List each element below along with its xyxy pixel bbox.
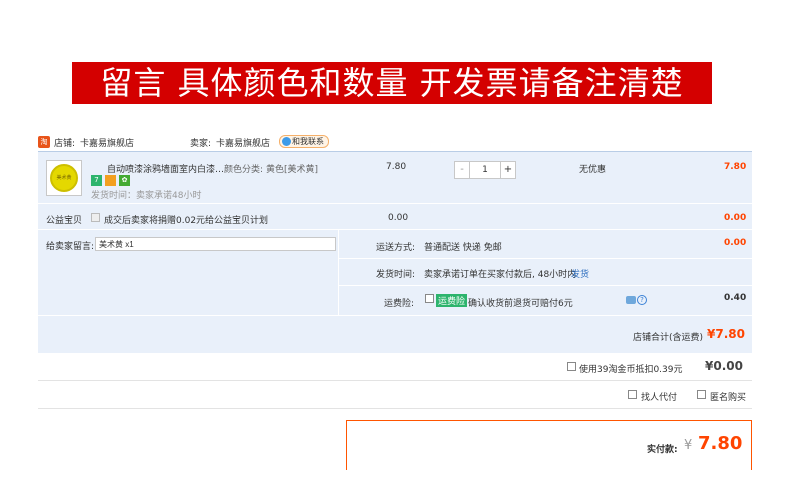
- charity-price: 0.00: [388, 213, 409, 223]
- insurance-tag: 运费险: [436, 294, 468, 307]
- anonymous-checkbox[interactable]: [697, 390, 706, 399]
- divider: [339, 258, 752, 259]
- quantity-minus-button[interactable]: -: [455, 162, 469, 178]
- order-panel: 美术黄 自动喷漆涂鸦墙面室内白漆… 颜色分类: 黄色[美术黄] 7 ✿ 发货时间…: [38, 152, 752, 353]
- chat-icon: [282, 137, 291, 146]
- quantity-input[interactable]: 1: [469, 162, 501, 178]
- store-total-value: ¥7.80: [707, 327, 745, 341]
- divider: [38, 315, 752, 316]
- seven-day-return-icon: 7: [91, 175, 102, 186]
- spec-value: 黄色[美术黄]: [266, 165, 319, 175]
- contact-label: 和我联系: [292, 137, 324, 146]
- unit-price: 7.80: [386, 162, 407, 172]
- insurance-label: 运费险:: [384, 299, 415, 309]
- quantity-plus-button[interactable]: +: [501, 162, 515, 178]
- ship-time-link[interactable]: 发货: [571, 267, 589, 280]
- ship-time-value: 卖家承诺订单在买家付款后, 48小时内: [424, 270, 577, 280]
- message-icon[interactable]: [626, 296, 636, 304]
- taobao-icon: 淘: [38, 136, 50, 148]
- divider: [339, 285, 752, 286]
- eco-icon: ✿: [119, 175, 130, 186]
- promo-banner: 留言 具体颜色和数量 开发票请备注清楚: [72, 62, 712, 104]
- insurance-price: 0.40: [724, 293, 747, 303]
- contact-seller-button[interactable]: 和我联系: [279, 135, 329, 148]
- item-shipping-time: 发货时间：卖家承诺48小时: [91, 191, 202, 201]
- message-input[interactable]: [95, 237, 336, 251]
- spec-label: 颜色分类:: [224, 165, 264, 175]
- delivery-price: 0.00: [724, 238, 747, 248]
- help-icon[interactable]: ?: [637, 295, 647, 305]
- charity-text: 成交后卖家将捐赠0.02元给公益宝贝计划: [104, 216, 269, 226]
- divider: [38, 380, 752, 381]
- anonymous-label[interactable]: 匿名购买: [710, 390, 746, 403]
- credit-card-icon: [105, 175, 116, 186]
- coins-value: ¥0.00: [705, 359, 743, 373]
- divider: [338, 230, 339, 315]
- divider: [38, 229, 752, 230]
- insurance-checkbox[interactable]: [425, 294, 434, 303]
- shop-row: 淘 店铺: 卡嘉易旗舰店 卖家: 卡嘉易旗舰店 和我联系: [38, 133, 752, 152]
- store-label: 店铺:: [54, 139, 76, 149]
- quantity-stepper: - 1 +: [454, 161, 516, 179]
- message-label: 给卖家留言:: [46, 242, 95, 252]
- proxy-pay-label[interactable]: 找人代付: [641, 390, 677, 403]
- delivery-label: 运送方式:: [376, 243, 416, 253]
- charity-label: 公益宝贝: [46, 216, 83, 226]
- item-title-link[interactable]: 自动喷漆涂鸦墙面室内白漆…: [107, 162, 224, 175]
- divider: [38, 203, 752, 204]
- coins-checkbox[interactable]: [567, 362, 576, 371]
- proxy-pay-checkbox[interactable]: [628, 390, 637, 399]
- payment-value: 7.80: [698, 433, 743, 454]
- item-subtotal: 7.80: [724, 162, 747, 172]
- store-total-label: 店铺合计(含运费): [633, 333, 704, 343]
- charity-total: 0.00: [724, 213, 747, 223]
- seller-label: 卖家:: [190, 139, 212, 149]
- charity-checkbox[interactable]: [91, 213, 100, 222]
- payment-currency: ¥: [684, 438, 693, 453]
- item-thumbnail[interactable]: 美术黄: [46, 160, 82, 196]
- divider: [38, 408, 752, 409]
- insurance-text: 确认收货前退货可赔付6元: [468, 299, 573, 309]
- seller-name-link[interactable]: 卡嘉易旗舰店: [216, 136, 270, 149]
- thumb-label: 美术黄: [56, 175, 72, 181]
- payment-label: 实付款:: [647, 445, 678, 455]
- discount-text: 无优惠: [579, 165, 607, 175]
- delivery-value: 普通配送 快递 免邮: [424, 243, 502, 253]
- store-name-link[interactable]: 卡嘉易旗舰店: [80, 136, 134, 149]
- ship-time-label: 发货时间:: [376, 270, 416, 280]
- coins-text: 使用39淘金币抵扣0.39元: [579, 365, 683, 375]
- paint-can-image: 美术黄: [50, 164, 78, 192]
- payment-box: 实付款: ¥ 7.80: [346, 420, 752, 470]
